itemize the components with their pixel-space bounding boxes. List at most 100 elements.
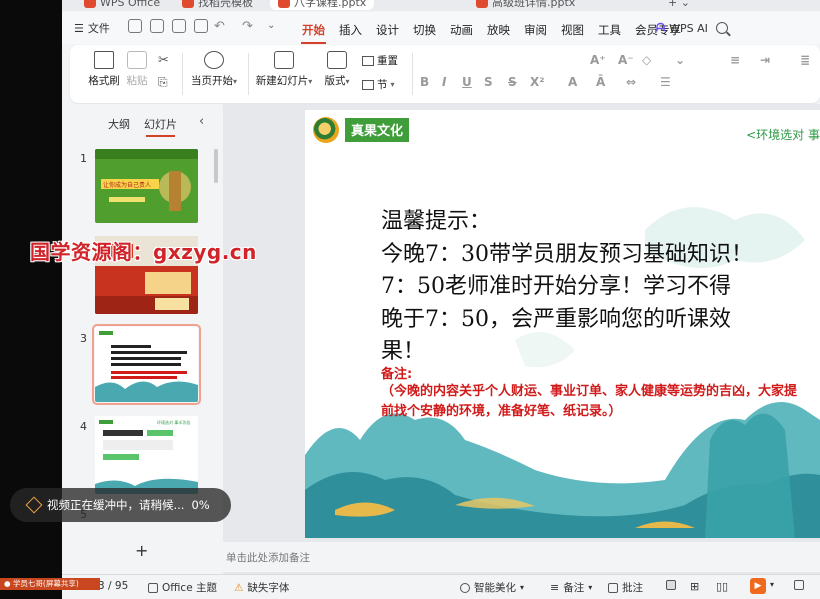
tab-label: 高级班详情.pptx [492,0,576,9]
slide-thumbnail-1[interactable]: 让你成为自己贵人 [95,149,198,223]
share-icon[interactable] [150,19,164,33]
slide-canvas[interactable]: 真果文化 <环境选对 事 温馨提示： 今晚7：30带学员朋友预习基础知识！ 7：… [305,110,820,538]
reset-button[interactable]: 重置 [362,53,398,68]
brand-name: 真果文化 [345,118,410,142]
file-menu[interactable]: ☰ 文件 [74,20,110,36]
slide-main-text[interactable]: 温馨提示： 今晚7：30带学员朋友预习基础知识！ 7：50老师准时开始分享！学习… [381,206,816,369]
sorter-view-button[interactable]: ⊞ [690,580,699,593]
tab-slideshow[interactable]: 放映 [480,21,517,39]
clear-format-icon[interactable]: ◇ [642,53,651,67]
slideshow-play-button[interactable]: ▶ [750,578,766,594]
font-color-icon[interactable]: A [568,75,577,89]
tab-insert[interactable]: 插入 [332,21,369,39]
new-slide-button[interactable]: 新建幻灯片▾ [254,51,314,88]
comments-button[interactable]: 批注 [608,580,643,595]
pptx-file-icon [278,0,290,8]
play-options-chevron[interactable]: ▾ [770,580,774,589]
tab-start[interactable]: 开始 [295,21,332,44]
tab-tools[interactable]: 工具 [591,21,628,39]
reading-view-button[interactable]: ▯▯ [716,580,728,593]
slide-header-slogan: <环境选对 事 [746,128,820,142]
increase-font-icon[interactable]: A⁺ [590,53,606,67]
numbered-list-icon[interactable]: ≡ [730,53,740,67]
slide-thumbnail-3[interactable] [92,324,201,405]
recording-indicator: ● 学员七哥(屏幕共享) [0,578,100,590]
decrease-font-icon[interactable]: A⁻ [618,53,634,67]
indent-icon[interactable]: ⇥ [760,53,770,67]
theme-icon [148,582,158,593]
char-spacing-icon[interactable]: ⇔ [626,75,636,89]
slide-number: 1 [80,152,87,165]
sidebar-scrollbar[interactable] [214,149,218,183]
text-line: 温馨提示： [381,209,492,234]
add-slide-icon[interactable]: + [135,541,148,560]
collapse-sidebar-icon[interactable]: ‹ [199,114,204,129]
tab-other-doc[interactable]: 高级班详情.pptx [468,0,583,10]
text-line: 果！ [381,339,426,364]
tab-outline[interactable]: 大纲 [108,116,130,132]
section-button[interactable]: 节 ▾ [362,77,395,92]
tab-current-doc[interactable]: 八字课程.pptx [270,0,375,10]
slide-number: 4 [80,420,87,433]
from-current-slide-button[interactable]: 当页开始▾ [188,51,240,88]
superscript-icon[interactable]: X² [530,75,545,89]
thumb-1-title: 让你成为自己贵人 [103,181,151,189]
tab-animation[interactable]: 动画 [443,21,480,39]
tab-design[interactable]: 设计 [369,21,406,39]
chevron-down-icon[interactable]: ⌄ [267,20,275,31]
beautify-icon [460,582,470,593]
notes-area[interactable]: 单击此处添加备注 [223,542,820,572]
italic-icon[interactable]: I [442,75,446,89]
bold-icon[interactable]: B [420,75,429,89]
new-tab-button[interactable]: + ⌄ [660,0,698,10]
undo-icon[interactable]: ↶ [214,19,225,34]
highlight-icon[interactable]: Ā [596,75,605,89]
slide-number: 3 [80,332,87,345]
notes-toggle-button[interactable]: ≡ 备注 ▾ [550,580,592,595]
brand-header: 真果文化 [313,117,410,143]
theme-indicator[interactable]: Office 主题 [148,580,217,595]
wps-ai-button[interactable]: ᗩ WPS AI [656,21,708,35]
missing-font-label: 缺失字体 [247,582,290,594]
tab-view[interactable]: 视图 [554,21,591,39]
layout-button[interactable]: 版式▾ [322,51,352,88]
template-icon [182,0,194,8]
underline-icon[interactable]: U [462,75,472,89]
format-painter-button[interactable]: 格式刷 [84,51,124,88]
reset-icon [362,55,374,66]
tab-template[interactable]: 找稻壳模板 [174,0,261,10]
tab-transition[interactable]: 切换 [406,21,443,39]
bullet-list-icon[interactable]: ☰ [660,75,671,89]
search-icon[interactable] [716,22,728,34]
menu-bar: ☰ 文件 ↶ ↷ ⌄ 开始 插入 设计 切换 动画 放映 审阅 视图 工具 会员… [62,12,820,44]
more-icon[interactable]: ≣ [800,53,810,67]
paste-button[interactable]: 粘贴 [120,51,154,88]
copy-icon[interactable]: ⎘ [158,75,168,90]
print-icon[interactable] [172,19,186,33]
save-icon[interactable] [128,19,142,33]
buffering-toast: 视频正在缓冲中，请稍候... 0% [10,488,231,522]
fit-window-button[interactable] [794,580,804,590]
brush-icon [94,51,114,69]
slide-workspace: 真果文化 <环境选对 事 温馨提示： 今晚7：30带学员朋友预习基础知识！ 7：… [223,104,820,574]
slide-1-preview: 让你成为自己贵人 [95,149,198,223]
thumb-4-header: 环境选对 事半功倍 [157,419,190,425]
redo-icon[interactable]: ↷ [242,19,253,34]
text-line: 7：50老师准时开始分享！学习不得 [381,274,731,299]
tab-review[interactable]: 审阅 [517,21,554,39]
tab-slides[interactable]: 幻灯片 [144,116,177,137]
font-size-dropdown[interactable]: ⌄ [675,53,685,67]
print-preview-icon[interactable] [194,19,208,33]
cut-icon[interactable]: ✂ [158,53,169,68]
missing-font-button[interactable]: ⚠ 缺失字体 [234,580,289,595]
tab-label: 找稻壳模板 [198,0,253,9]
normal-view-button[interactable] [666,580,676,590]
divider [182,53,183,95]
shadow-icon[interactable]: S [484,75,493,89]
strikethrough-icon[interactable]: S [508,75,517,89]
reset-label: 重置 [377,55,398,67]
ai-icon: ᗩ [656,21,666,34]
slide-thumbnail-4[interactable]: 环境选对 事半功倍 [95,416,198,494]
beautify-button[interactable]: 智能美化 ▾ [460,580,524,595]
tab-wps-office[interactable]: WPS Office [76,0,168,10]
